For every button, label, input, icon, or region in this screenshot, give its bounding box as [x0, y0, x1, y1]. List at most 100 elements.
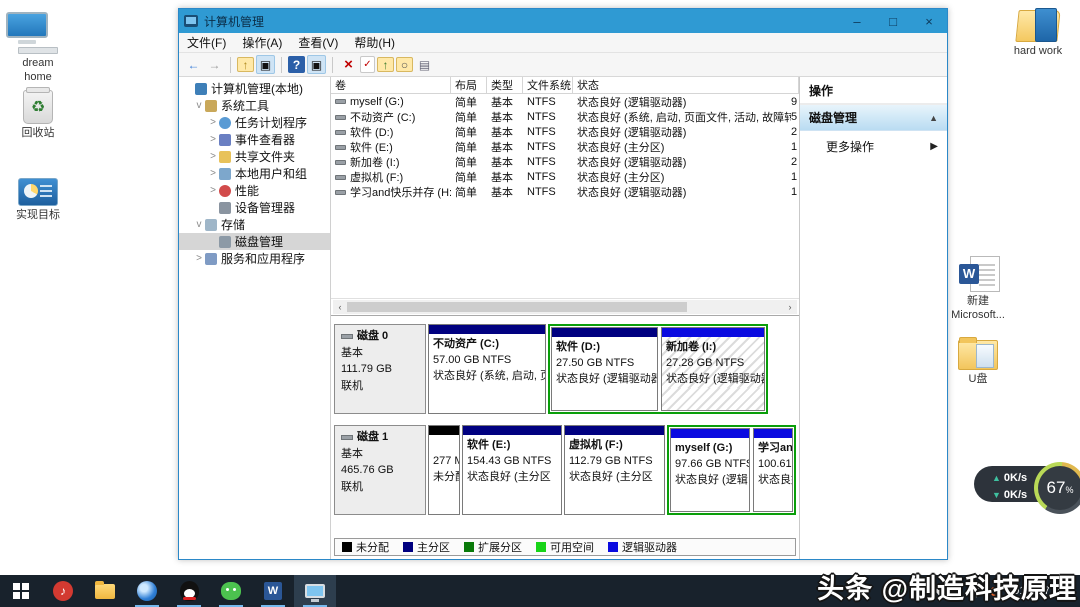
- show-console-tree-icon[interactable]: ▣: [256, 55, 275, 74]
- menu-action[interactable]: 操作(A): [234, 32, 290, 53]
- column-header-filesystem[interactable]: 文件系统: [523, 77, 573, 94]
- up-one-level-icon[interactable]: ↑: [237, 57, 254, 72]
- tree-item-task-scheduler[interactable]: > 任务计划程序: [179, 114, 330, 131]
- tree-item-label: 服务和应用程序: [221, 250, 305, 267]
- desktop-icon-label: 实现目标: [6, 209, 70, 223]
- volume-row[interactable]: 软件 (D:) 简单 基本 NTFS 状态良好 (逻辑驱动器) 2: [331, 124, 799, 139]
- partition-d[interactable]: 软件 (D:) 27.50 GB NTFS 状态良好 (逻辑驱动器: [551, 327, 658, 411]
- desktop-icon-hard-work[interactable]: hard work: [1006, 8, 1070, 59]
- expander[interactable]: v: [193, 100, 205, 111]
- tree-item-storage[interactable]: v 存储: [179, 216, 330, 233]
- scrollbar-thumb[interactable]: [347, 302, 687, 312]
- desktop-icon-word-doc[interactable]: 新建 Microsoft...: [946, 256, 1010, 323]
- forward-icon[interactable]: →: [205, 55, 224, 74]
- more-actions-item[interactable]: 更多操作 ▶: [800, 131, 947, 162]
- tree-item-system-tools[interactable]: v 系统工具: [179, 97, 330, 114]
- memory-usage-ring[interactable]: 67%: [1034, 462, 1080, 514]
- disk-1-label[interactable]: 磁盘 1 基本 465.76 GB 联机: [334, 425, 426, 515]
- partition-g[interactable]: myself (G:) 97.66 GB NTFS 状态良好 (逻辑: [670, 428, 750, 512]
- taskbar-app-wechat[interactable]: [210, 575, 252, 607]
- taskbar-app-qq[interactable]: [168, 575, 210, 607]
- tree-item-label: 事件查看器: [235, 131, 295, 148]
- disk-0-label[interactable]: 磁盘 0 基本 111.79 GB 联机: [334, 324, 426, 414]
- expander[interactable]: v: [193, 219, 205, 230]
- expander[interactable]: >: [207, 185, 219, 196]
- legend-chip: [608, 542, 618, 552]
- back-icon[interactable]: ←: [184, 55, 203, 74]
- scrollbar-track[interactable]: [347, 301, 783, 313]
- volume-row[interactable]: 新加卷 (I:) 简单 基本 NTFS 状态良好 (逻辑驱动器) 2: [331, 154, 799, 169]
- collapse-arrow-icon[interactable]: ▲: [929, 113, 938, 123]
- menu-help[interactable]: 帮助(H): [346, 32, 403, 53]
- tree-item-local-users-groups[interactable]: > 本地用户和组: [179, 165, 330, 182]
- tree-item-services-applications[interactable]: > 服务和应用程序: [179, 250, 330, 267]
- tree-item-label: 系统工具: [221, 97, 269, 114]
- computer-icon: [195, 83, 207, 95]
- partition-f[interactable]: 虚拟机 (F:) 112.79 GB NTFS 状态良好 (主分区: [564, 425, 665, 515]
- tree-item-performance[interactable]: > 性能: [179, 182, 330, 199]
- partition-e[interactable]: 软件 (E:) 154.43 GB NTFS 状态良好 (主分区: [462, 425, 562, 515]
- scroll-left-arrow[interactable]: ‹: [333, 302, 347, 312]
- tree-item-computer-management-local[interactable]: 计算机管理(本地): [179, 80, 330, 97]
- tree-item-disk-management[interactable]: 磁盘管理: [179, 233, 330, 250]
- taskbar-app-music[interactable]: ♪: [42, 575, 84, 607]
- properties-icon[interactable]: ✓: [360, 56, 375, 73]
- delete-icon[interactable]: ×: [339, 55, 358, 74]
- volume-row[interactable]: 虚拟机 (F:) 简单 基本 NTFS 状态良好 (主分区) 1: [331, 169, 799, 184]
- console-tree: 计算机管理(本地) v 系统工具 > 任务计划程序 > 事件查看器 > 共享文件…: [179, 77, 331, 559]
- expander[interactable]: >: [207, 168, 219, 179]
- partition-c[interactable]: 不动资产 (C:) 57.00 GB NTFS 状态良好 (系统, 启动, 页: [428, 324, 546, 414]
- expander[interactable]: >: [207, 134, 219, 145]
- column-header-layout[interactable]: 布局: [451, 77, 487, 94]
- watermark-text: 头条 @制造科技原理: [817, 567, 1077, 606]
- toolbar-separator: [281, 57, 282, 73]
- taskbar-app-computer-management[interactable]: [294, 575, 336, 607]
- desktop-icon-recycle-bin[interactable]: ♻ 回收站: [6, 90, 70, 141]
- volume-row[interactable]: 不动资产 (C:) 简单 基本 NTFS 状态良好 (系统, 启动, 页面文件,…: [331, 109, 799, 124]
- close-button[interactable]: ×: [911, 9, 947, 33]
- volume-icon: [335, 130, 346, 135]
- scroll-right-arrow[interactable]: ›: [783, 302, 797, 312]
- column-header-status[interactable]: 状态: [573, 77, 799, 94]
- tree-item-label: 共享文件夹: [235, 148, 295, 165]
- partition-i-selected[interactable]: 新加卷 (I:) 27.28 GB NTFS 状态良好 (逻辑驱动器): [661, 327, 765, 411]
- tree-item-shared-folders[interactable]: > 共享文件夹: [179, 148, 330, 165]
- partition-h[interactable]: 学习and快乐并存 100.61 GB NTF 状态良好 (逻辑: [753, 428, 793, 512]
- volume-row[interactable]: myself (G:) 简单 基本 NTFS 状态良好 (逻辑驱动器) 9: [331, 94, 799, 109]
- desktop-icon-goal[interactable]: 实现目标: [6, 178, 70, 223]
- column-header-volume[interactable]: 卷: [331, 77, 451, 94]
- unallocated-space[interactable]: 277 M 未分配: [428, 425, 460, 515]
- search-icon[interactable]: ○: [396, 57, 413, 72]
- upload-speed: 0K/s: [1004, 472, 1027, 484]
- tree-item-device-manager[interactable]: 设备管理器: [179, 199, 330, 216]
- desktop-icon-udisk[interactable]: U盘: [946, 340, 1010, 387]
- partition-color-bar: [754, 429, 792, 438]
- expander[interactable]: >: [207, 151, 219, 162]
- word-icon: W: [264, 582, 282, 600]
- horizontal-scrollbar[interactable]: ‹ ›: [333, 300, 797, 314]
- taskbar-app-explorer[interactable]: [84, 575, 126, 607]
- column-header-type[interactable]: 类型: [487, 77, 523, 94]
- console-panel-icon[interactable]: ▣: [307, 55, 326, 74]
- start-button[interactable]: [0, 575, 42, 607]
- taskbar-app-word[interactable]: W: [252, 575, 294, 607]
- title-bar[interactable]: 计算机管理 – □ ×: [179, 9, 947, 33]
- device-manager-icon: [219, 202, 231, 214]
- volume-row[interactable]: 学习and快乐并存 (H:) 简单 基本 NTFS 状态良好 (逻辑驱动器) 1: [331, 184, 799, 199]
- maximize-button[interactable]: □: [875, 9, 911, 33]
- open-folder-icon: [1006, 8, 1070, 42]
- expander[interactable]: >: [193, 253, 205, 264]
- actions-group-disk-management[interactable]: 磁盘管理 ▲: [800, 105, 947, 131]
- tree-item-event-viewer[interactable]: > 事件查看器: [179, 131, 330, 148]
- desktop-icon-dream-home[interactable]: dream home: [6, 12, 70, 85]
- taskbar-app-browser[interactable]: [126, 575, 168, 607]
- menu-view[interactable]: 查看(V): [290, 32, 346, 53]
- net-speed-widget[interactable]: ▲0K/s ▼0K/s 67%: [974, 462, 1080, 506]
- expander[interactable]: >: [207, 117, 219, 128]
- prop-sheet-icon[interactable]: ▤: [415, 55, 434, 74]
- minimize-button[interactable]: –: [839, 9, 875, 33]
- menu-file[interactable]: 文件(F): [179, 32, 234, 53]
- help-icon[interactable]: ?: [288, 56, 305, 73]
- volume-row[interactable]: 软件 (E:) 简单 基本 NTFS 状态良好 (主分区) 1: [331, 139, 799, 154]
- export-icon[interactable]: ↑: [377, 57, 394, 72]
